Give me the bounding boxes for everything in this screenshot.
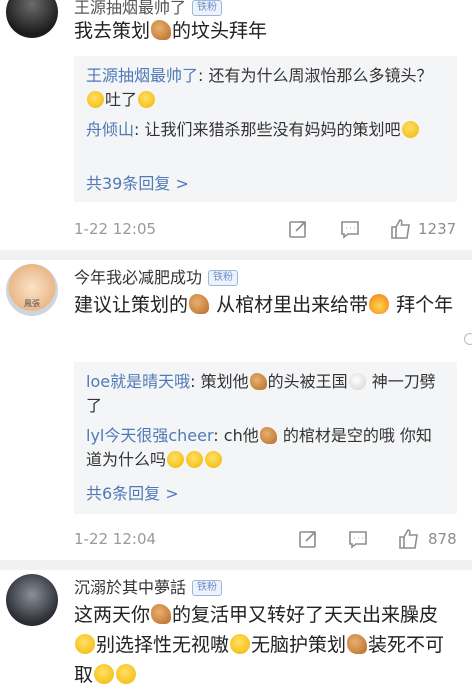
like-count: 878 xyxy=(428,530,457,548)
grin-emoji-icon xyxy=(401,121,419,138)
laugh-emoji-icon xyxy=(230,634,251,654)
repost-icon[interactable] xyxy=(288,219,308,239)
horse-emoji-icon xyxy=(347,634,368,654)
like-count: 1237 xyxy=(418,220,457,238)
view-replies-link[interactable]: 共6条回复 > xyxy=(86,480,179,504)
laugh-emoji-icon xyxy=(94,664,115,684)
reply-text: : 让我们来猎杀那些没有妈妈的策划吧 xyxy=(134,120,401,139)
text-part: 这两天你 xyxy=(74,604,151,626)
username-text[interactable]: 今年我必减肥成功 xyxy=(74,268,202,287)
reply-text: 的头被王国 xyxy=(267,372,348,391)
comment-text: 我去策划 的坟头拜年 xyxy=(74,16,456,46)
comment-text: 这两天你 的复活甲又转好了天天出来臊皮别选择性无视嗷 无脑护策划 装死不可取 xyxy=(74,600,456,690)
reply-text: 吐了 xyxy=(105,90,138,109)
repost-icon[interactable] xyxy=(298,529,318,549)
fan-badge: 铁粉 xyxy=(192,0,223,16)
crying-face-icon xyxy=(138,91,156,108)
laugh-emoji-icon xyxy=(186,451,204,468)
horse-emoji-icon xyxy=(151,604,172,624)
horse-emoji-icon xyxy=(189,294,210,314)
text-part: 别选择性无视嗷 xyxy=(96,634,230,656)
avatar[interactable]: 鳳張 xyxy=(6,264,58,316)
reply-2[interactable]: 舟倾山: 让我们来猎杀那些没有妈妈的策划吧 xyxy=(86,118,447,142)
horse-emoji-icon xyxy=(249,373,267,390)
comment-icon[interactable] xyxy=(340,219,360,239)
reply-text: : ch他 xyxy=(213,426,259,445)
username[interactable]: 今年我必减肥成功 铁粉 xyxy=(74,264,239,288)
horse-emoji-icon xyxy=(259,427,277,444)
fan-badge: 铁粉 xyxy=(208,270,239,286)
face-emoji-icon xyxy=(87,91,104,108)
comment-text: 建议让策划的 从棺材里出来给带 拜个年 xyxy=(74,290,456,320)
text-part: 从棺材里出来给带 xyxy=(216,294,369,316)
divider xyxy=(0,250,472,260)
horse-emoji-icon xyxy=(151,20,172,40)
laugh-emoji-icon xyxy=(116,664,137,684)
avatar-label: 鳳張 xyxy=(24,299,40,308)
text-part: 的复活甲又转好了天天出来臊皮 xyxy=(172,604,439,626)
text-part: 拜个年 xyxy=(396,294,454,316)
fire-emoji-icon xyxy=(369,294,390,314)
reply-text: : 还有为什么周淑怡那么多镜头？ xyxy=(198,66,433,85)
text-part: 无脑护策划 xyxy=(251,634,347,656)
laugh-emoji-icon xyxy=(205,451,223,468)
fan-badge: 铁粉 xyxy=(192,580,223,596)
like-icon[interactable] xyxy=(398,528,420,550)
text-part: 装死 xyxy=(368,634,407,656)
reply-username[interactable]: lyl今天很强cheer xyxy=(86,426,213,445)
comment-icon[interactable] xyxy=(348,529,368,549)
username[interactable]: 沉溺於其中夢話 铁粉 xyxy=(74,574,223,598)
like-icon[interactable] xyxy=(390,218,412,240)
reply-username[interactable]: loe就是晴天哦 xyxy=(86,372,190,391)
view-replies-link[interactable]: 共39条回复 > xyxy=(86,170,189,194)
reply-2[interactable]: lyl今天很强cheer: ch他 的棺材是空的哦 你知道为什么吗 xyxy=(86,424,447,472)
text-part: 建议让策划的 xyxy=(74,294,189,316)
scroll-indicator[interactable] xyxy=(464,333,472,345)
chicken-emoji-icon xyxy=(348,373,366,390)
username-text[interactable]: 王源抽烟最帅了 xyxy=(74,0,186,17)
text-part: 我去策划 xyxy=(74,20,151,42)
timestamp: 1-22 12:04 xyxy=(74,530,157,548)
avatar[interactable] xyxy=(6,574,58,626)
avatar[interactable] xyxy=(6,0,58,38)
replies-box[interactable]: loe就是晴天哦: 策划他 的头被王国 神一刀劈了 lyl今天很强cheer: c… xyxy=(74,362,457,514)
reply-text: : 策划他 xyxy=(190,372,249,391)
timestamp: 1-22 12:05 xyxy=(74,220,157,238)
reply-1[interactable]: loe就是晴天哦: 策划他 的头被王国 神一刀劈了 xyxy=(86,370,447,418)
reply-username[interactable]: 舟倾山 xyxy=(86,120,134,139)
replies-box[interactable]: 王源抽烟最帅了: 还有为什么周淑怡那么多镜头？ 吐了 舟倾山: 让我们来猎杀那些没… xyxy=(74,56,457,202)
laugh-emoji-icon xyxy=(167,451,185,468)
username-text[interactable]: 沉溺於其中夢話 xyxy=(74,578,186,597)
reply-1[interactable]: 王源抽烟最帅了: 还有为什么周淑怡那么多镜头？ 吐了 xyxy=(86,64,447,112)
divider xyxy=(0,560,472,570)
laugh-emoji-icon xyxy=(75,634,95,654)
text-part: 的坟头拜年 xyxy=(172,20,268,42)
reply-username[interactable]: 王源抽烟最帅了 xyxy=(86,66,198,85)
